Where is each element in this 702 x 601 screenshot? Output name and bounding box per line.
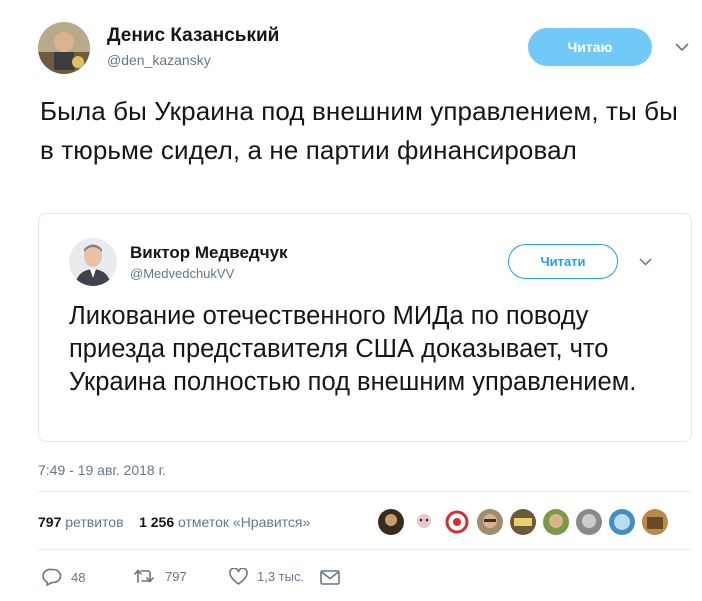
liker-avatar[interactable] <box>609 509 635 535</box>
like-action[interactable]: 1,3 тыс. <box>229 568 304 585</box>
likes-stat-count: 1 256 <box>139 514 175 530</box>
quoted-tweet-text: Ликование отечественного МИДа по поводу … <box>69 302 637 396</box>
retweet-icon <box>134 569 154 583</box>
liker-avatar[interactable] <box>543 509 569 535</box>
liker-avatar[interactable] <box>411 509 437 535</box>
retweet-action[interactable]: 797 <box>134 568 187 584</box>
quoted-chevron-down-icon[interactable] <box>635 252 655 272</box>
divider <box>38 549 692 550</box>
retweets-stat-label: ретвитов <box>65 514 124 530</box>
divider <box>38 491 692 492</box>
liker-avatar[interactable] <box>642 509 668 535</box>
quoted-follow-button[interactable]: Читати <box>508 244 618 279</box>
author-name[interactable]: Денис Казанський <box>107 25 279 47</box>
like-count: 1,3 тыс. <box>257 569 305 584</box>
quoted-author-name[interactable]: Виктор Медведчук <box>130 243 288 263</box>
envelope-icon <box>320 570 340 585</box>
tweet-timestamp[interactable]: 7:49 - 19 авг. 2018 г. <box>38 462 166 478</box>
follow-button[interactable]: Читаю <box>528 28 652 66</box>
reply-action[interactable]: 48 <box>42 568 85 586</box>
retweets-stat[interactable]: 797 ретвитов <box>38 514 124 530</box>
author-handle[interactable]: @den_kazansky <box>107 52 211 68</box>
liker-avatar[interactable] <box>444 509 470 535</box>
liker-avatar[interactable] <box>576 509 602 535</box>
heart-icon <box>229 568 248 585</box>
liker-avatar[interactable] <box>477 509 503 535</box>
quoted-tweet[interactable]: Виктор Медведчук @MedvedchukVV Читати Ли… <box>38 213 692 442</box>
reply-icon <box>42 568 62 586</box>
quoted-author-avatar[interactable] <box>69 238 117 286</box>
quoted-author-handle[interactable]: @MedvedchukVV <box>130 266 234 281</box>
author-avatar[interactable] <box>38 22 90 74</box>
likes-stat[interactable]: 1 256 отметок «Нравится» <box>139 514 310 530</box>
likers-avatars <box>378 509 675 535</box>
chevron-down-icon[interactable] <box>672 37 692 57</box>
reply-count: 48 <box>71 569 86 585</box>
tweet-text: Была бы Украина под внешним управлением,… <box>40 96 678 165</box>
engagement-stats: 797 ретвитов 1 256 отметок «Нравится» <box>38 514 310 530</box>
likes-stat-label: отметок «Нравится» <box>178 514 311 530</box>
retweet-count: 797 <box>165 568 187 584</box>
liker-avatar[interactable] <box>510 509 536 535</box>
retweets-stat-count: 797 <box>38 514 62 530</box>
direct-message-action[interactable] <box>320 570 349 585</box>
liker-avatar[interactable] <box>378 509 404 535</box>
